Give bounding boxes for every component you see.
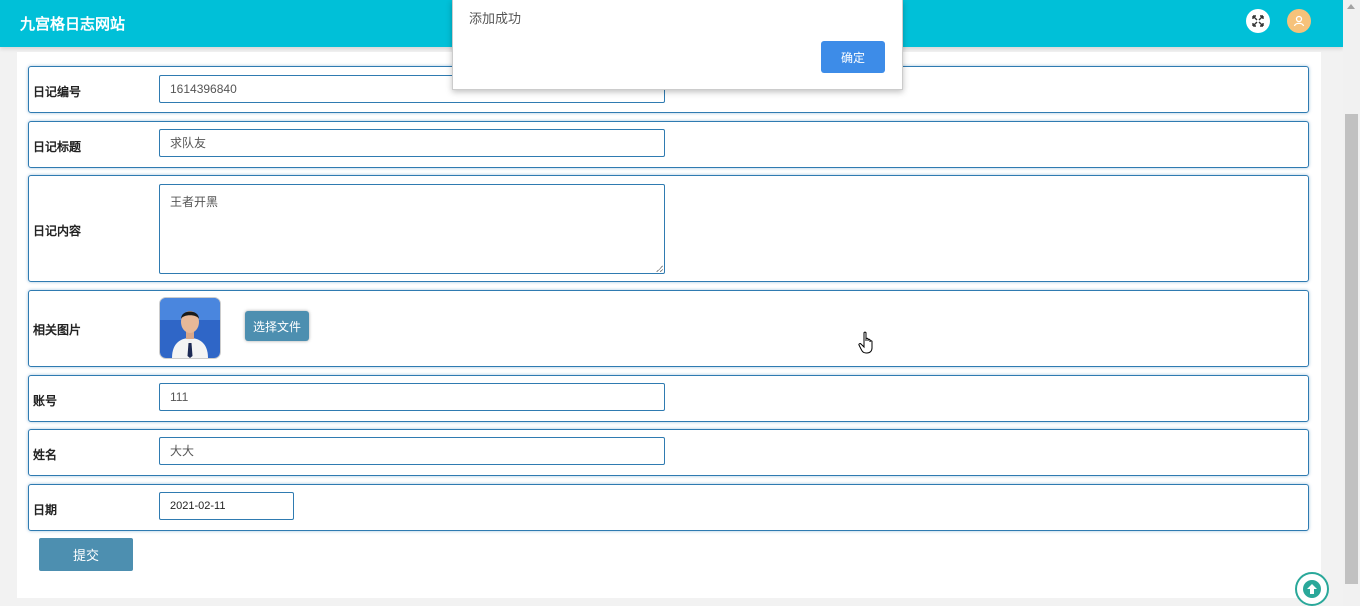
page-scrollbar[interactable] bbox=[1343, 0, 1360, 606]
hand-cursor-icon bbox=[858, 331, 873, 354]
submit-button[interactable]: 提交 bbox=[39, 538, 133, 571]
fullscreen-button[interactable] bbox=[1246, 9, 1270, 33]
back-to-top-button[interactable] bbox=[1295, 572, 1329, 606]
row-name: 姓名 大大 bbox=[28, 429, 1309, 476]
choose-file-button[interactable]: 选择文件 bbox=[245, 311, 309, 341]
site-title: 九宫格日志网站 bbox=[20, 16, 126, 33]
row-account: 账号 111 bbox=[28, 375, 1309, 422]
related-image-label: 相关图片 bbox=[33, 323, 82, 337]
resize-grip-icon[interactable] bbox=[656, 265, 663, 272]
arrow-up-icon bbox=[1303, 580, 1321, 598]
scroll-up-icon[interactable] bbox=[1347, 4, 1355, 9]
date-label: 日期 bbox=[33, 503, 58, 517]
uploaded-photo bbox=[159, 297, 221, 359]
row-diary-title: 日记标题 求队友 bbox=[28, 121, 1309, 168]
account-input[interactable]: 111 bbox=[159, 383, 665, 411]
name-label: 姓名 bbox=[33, 448, 58, 462]
diary-content-textarea[interactable]: 王者开黑 bbox=[159, 184, 665, 274]
dialog-message: 添加成功 bbox=[469, 11, 522, 26]
name-input[interactable]: 大大 bbox=[159, 437, 665, 465]
row-related-image: 相关图片 选择文件 bbox=[28, 290, 1309, 367]
diary-id-label: 日记编号 bbox=[33, 85, 82, 99]
success-dialog: 添加成功 确定 bbox=[452, 0, 903, 90]
date-input[interactable]: 2021-02-11 bbox=[159, 492, 294, 520]
diary-content-text: 王者开黑 bbox=[170, 195, 219, 209]
expand-arrows-icon bbox=[1252, 15, 1264, 27]
diary-content-label: 日记内容 bbox=[33, 224, 82, 238]
dialog-ok-button[interactable]: 确定 bbox=[821, 41, 885, 73]
scrollbar-thumb[interactable] bbox=[1345, 114, 1358, 584]
portrait-image bbox=[160, 298, 220, 358]
user-button[interactable] bbox=[1287, 9, 1311, 33]
row-date: 日期 2021-02-11 bbox=[28, 484, 1309, 531]
row-diary-content: 日记内容 王者开黑 bbox=[28, 175, 1309, 282]
user-icon bbox=[1293, 15, 1305, 27]
diary-title-input[interactable]: 求队友 bbox=[159, 129, 665, 157]
account-label: 账号 bbox=[33, 394, 58, 408]
diary-title-label: 日记标题 bbox=[33, 140, 82, 154]
